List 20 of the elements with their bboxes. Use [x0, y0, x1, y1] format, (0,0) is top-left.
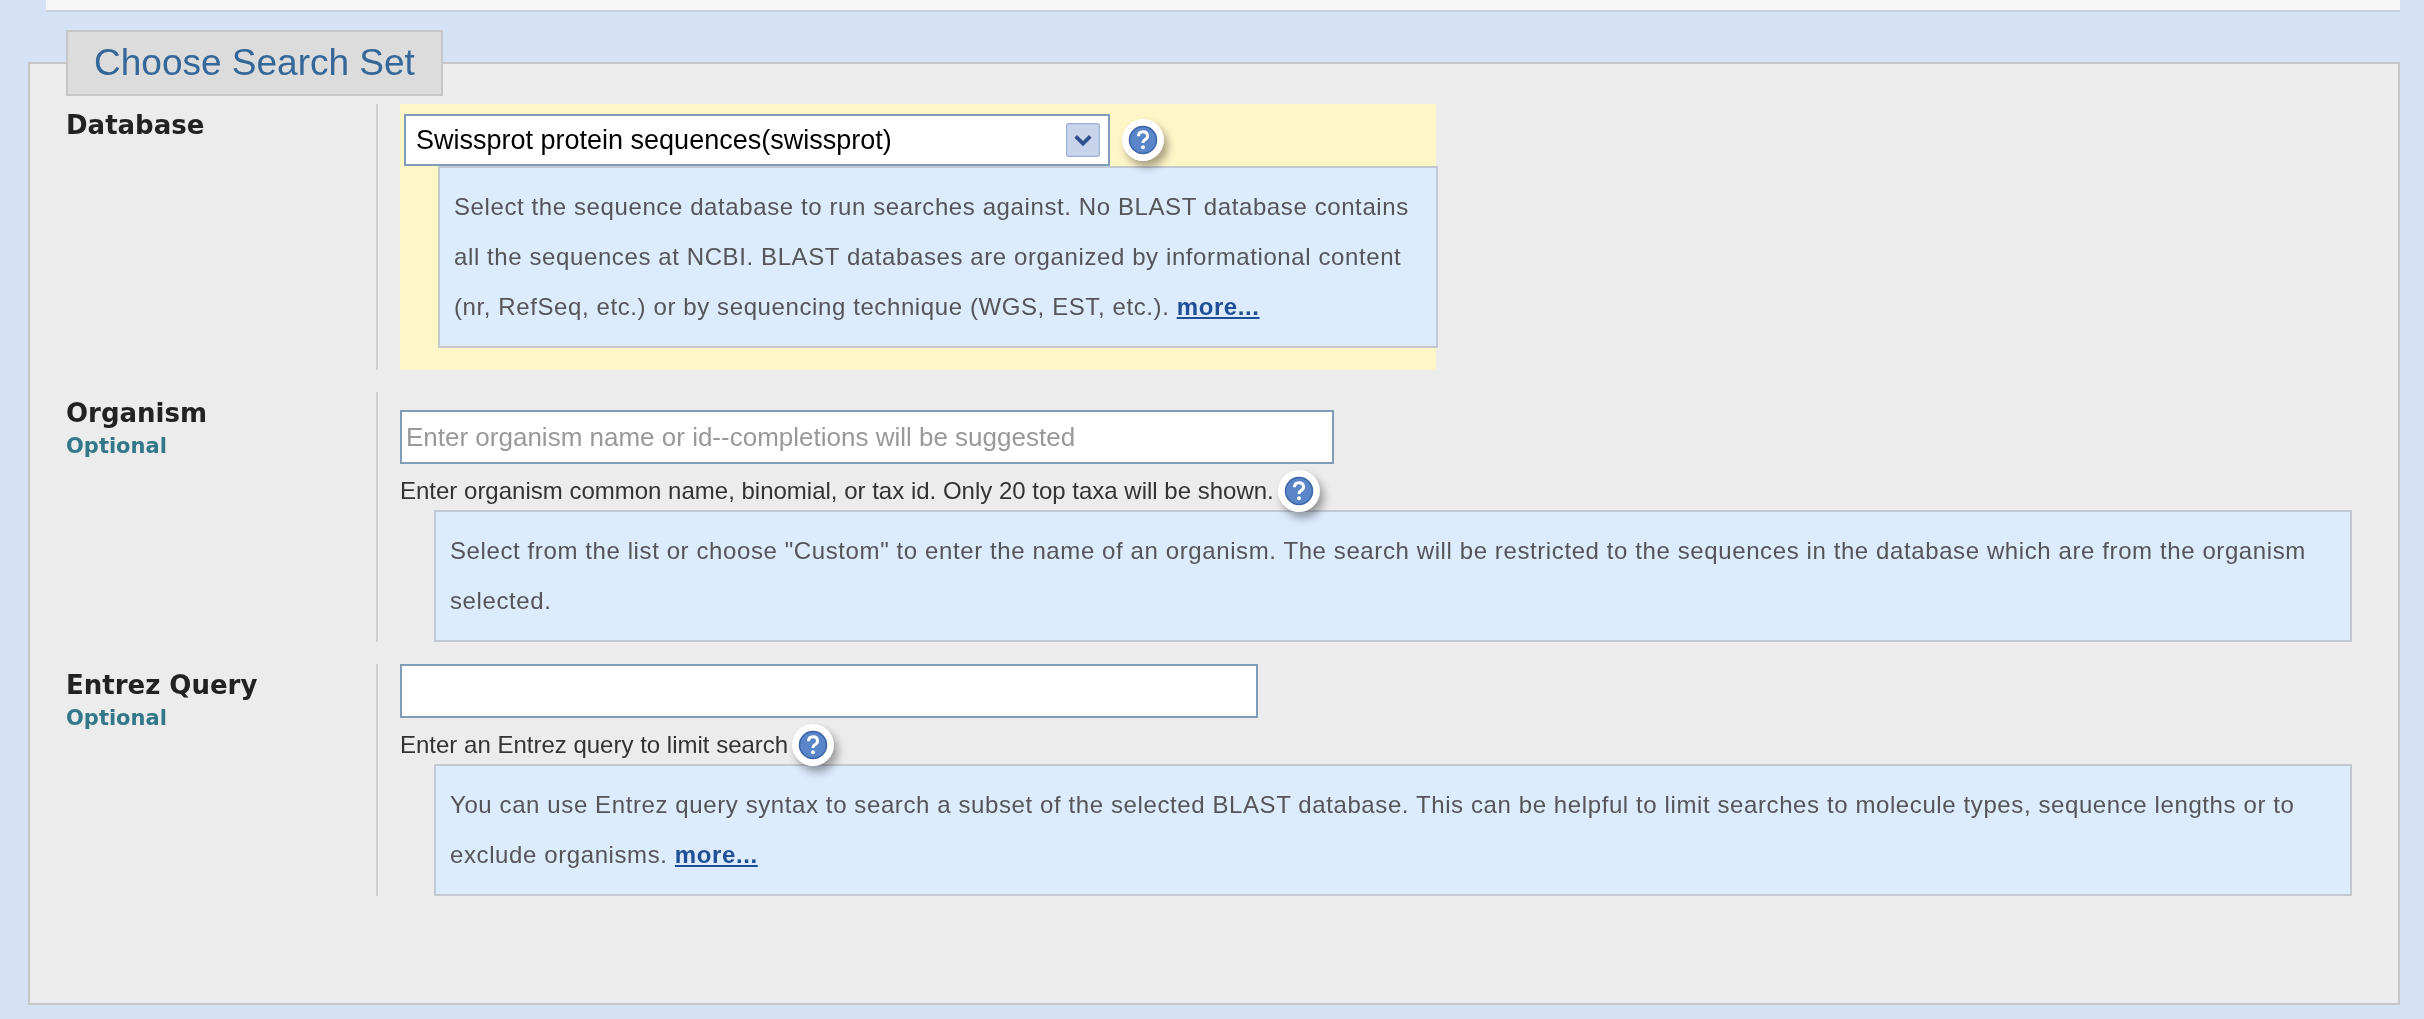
help-icon[interactable] [1283, 476, 1314, 506]
help-text: You can use Entrez query syntax to search a subset of the selected BLAST database. This can be helpful to limit searches to molecule types, sequence lengths or to exclude organisms. more... [434, 764, 2352, 896]
help-text: Select from the list or choose "Custom" to enter the name of an organism. The search will be restricted to the sequences in the database which are from the organism selected. [434, 510, 2352, 642]
help-icon[interactable] [798, 730, 829, 760]
hint-text: Enter organism common name, binomial, or tax id. Only 20 top taxa will be shown. [400, 477, 1274, 505]
optional-label: Optional [66, 706, 168, 730]
field-label: Organism [66, 398, 209, 428]
text-input[interactable]: Enter organism name or id--completions will be suggested [400, 410, 1334, 464]
help-icon[interactable] [1128, 125, 1158, 155]
field-label: Entrez Query [66, 670, 259, 700]
hint-text: Enter an Entrez query to limit search [400, 731, 789, 759]
dropdown-caret-icon[interactable] [1066, 123, 1100, 157]
help-text: Select the sequence database to run searches against. No BLAST database contains all the sequences at NCBI. BLAST databases are organized by informational content (nr, RefSeq, etc.) or by sequencing technique (WGS, EST, etc.). more... [438, 166, 1438, 348]
more-link[interactable]: more... [674, 841, 758, 868]
more-link[interactable]: more... [1176, 293, 1260, 320]
section-title: Choose Search Set [66, 30, 443, 96]
text-input[interactable] [400, 664, 1258, 718]
database-select[interactable]: Swissprot protein sequences(swissprot) [404, 114, 1110, 166]
field-label: Database [66, 110, 206, 140]
optional-label: Optional [66, 434, 168, 458]
